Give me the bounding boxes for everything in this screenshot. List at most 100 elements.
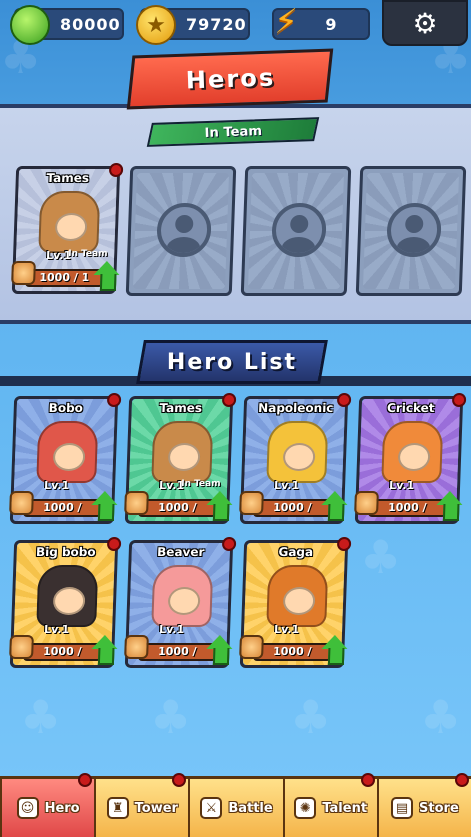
nav-tab-talent[interactable]: ✺ Talent bbox=[282, 773, 377, 837]
hero-portrait bbox=[38, 191, 101, 253]
hero-card-napoleonic[interactable]: Napoleonic Lv.1 1000 / bbox=[239, 393, 352, 524]
hero-level: Lv.1 bbox=[43, 623, 70, 636]
energy-counter[interactable]: ⚡ 9 bbox=[272, 2, 370, 42]
upgrade-arrow-icon[interactable] bbox=[91, 491, 118, 521]
fragment-count: 1000 / bbox=[157, 645, 197, 658]
notification-dot bbox=[455, 773, 470, 787]
hero-name: Bobo bbox=[48, 401, 84, 415]
upgrade-arrow-icon[interactable] bbox=[91, 635, 118, 665]
nav-tab-battle[interactable]: ⚔ Battle bbox=[188, 776, 283, 837]
hero-name: Cricket bbox=[386, 401, 435, 415]
tree-watermark-icon: ♣ bbox=[290, 690, 332, 744]
hero-fragment-icon bbox=[354, 491, 379, 515]
upgrade-arrow-icon[interactable] bbox=[321, 635, 348, 665]
hero-fragment-icon bbox=[9, 635, 34, 659]
hero-card-cricket[interactable]: Cricket Lv.1 1000 / bbox=[354, 393, 467, 524]
notification-dot bbox=[360, 773, 375, 787]
hero-portrait bbox=[36, 565, 99, 627]
in-team-label: In Team bbox=[204, 123, 262, 141]
in-team-status: In Team bbox=[180, 479, 221, 489]
nav-tab-store[interactable]: ▤ Store bbox=[376, 773, 471, 837]
tree-watermark-icon: ♣ bbox=[360, 530, 402, 584]
fragment-count: 1000 / bbox=[272, 501, 312, 514]
fragment-progress-bar: 1000 / bbox=[138, 643, 217, 661]
team-slot-4-empty[interactable] bbox=[355, 166, 467, 296]
hero-list-title: Hero List bbox=[166, 349, 298, 375]
hero-name: Tames bbox=[46, 171, 90, 185]
upgrade-arrow-icon[interactable] bbox=[206, 491, 233, 521]
fragment-count: 1000 / bbox=[387, 501, 427, 514]
coin-counter[interactable]: ★ 79720 bbox=[136, 5, 250, 45]
hero-fragment-icon bbox=[124, 635, 149, 659]
fragment-progress-bar: 1000 / bbox=[23, 643, 102, 661]
upgrade-arrow-icon[interactable] bbox=[321, 491, 348, 521]
upgrade-arrow-icon[interactable] bbox=[436, 491, 463, 521]
gear-icon: ⚙ bbox=[412, 6, 438, 40]
hero-card-beaver[interactable]: Beaver Lv.1 1000 / bbox=[124, 537, 237, 668]
in-team-status: In Team bbox=[67, 249, 108, 259]
hero-card-bobo[interactable]: Bobo Lv.1 1000 / bbox=[9, 393, 122, 524]
tree-watermark-icon: ♣ bbox=[420, 690, 462, 744]
tree-watermark-icon: ♣ bbox=[20, 690, 62, 744]
hero-portrait bbox=[266, 421, 329, 483]
hero-name: Tames bbox=[159, 401, 203, 415]
upgrade-arrow-icon[interactable] bbox=[206, 635, 233, 665]
gem-counter[interactable]: 80000 bbox=[10, 5, 124, 45]
hero-level: Lv.1 bbox=[273, 479, 300, 492]
nav-label: Battle bbox=[228, 800, 273, 816]
bottom-nav: ☺ Hero ♜ Tower ⚔ Battle ✺ Talent ▤ Store bbox=[0, 773, 471, 837]
nav-label: Tower bbox=[134, 800, 178, 816]
upgrade-arrow-icon[interactable] bbox=[93, 261, 120, 291]
hero-fragment-icon bbox=[11, 261, 36, 285]
hero-screen: ♣ ♣ ♣ ♣ ♣ ♣ ♣ 80000 ★ 79720 ⚡ 9 ⚙ Heros … bbox=[0, 0, 471, 837]
hero-name: Beaver bbox=[156, 545, 205, 559]
fragment-progress-bar: 1000 / bbox=[253, 499, 332, 517]
fragment-count: 1000 / bbox=[272, 645, 312, 658]
coin-value: 79720 bbox=[186, 14, 247, 34]
fragment-progress-bar: 1000 / bbox=[23, 499, 102, 517]
page-title: Heros bbox=[184, 63, 276, 95]
hero-icon: ☺ bbox=[16, 797, 39, 819]
hero-portrait bbox=[266, 565, 329, 627]
fragment-progress-bar: 1000 / 1 bbox=[25, 269, 104, 287]
hero-level: Lv.1 bbox=[388, 479, 415, 492]
hero-portrait bbox=[151, 565, 214, 627]
tree-watermark-icon: ♣ bbox=[150, 690, 192, 744]
hero-level: Lv.1 bbox=[273, 623, 300, 636]
hero-card-tames[interactable]: Tames Lv.1 In Team 1000 / bbox=[124, 393, 237, 524]
fragment-count: 1000 / bbox=[42, 501, 82, 514]
talent-icon: ✺ bbox=[294, 797, 317, 819]
hero-fragment-icon bbox=[239, 491, 264, 515]
settings-button[interactable]: ⚙ bbox=[382, 0, 468, 46]
hero-list-banner: Hero List bbox=[136, 340, 328, 384]
notification-dot bbox=[221, 537, 237, 551]
team-slot-3-empty[interactable] bbox=[240, 166, 352, 296]
hero-fragment-icon bbox=[239, 635, 264, 659]
team-slot-2-empty[interactable] bbox=[125, 166, 237, 296]
fragment-count: 1000 / bbox=[157, 501, 197, 514]
notification-dot bbox=[78, 773, 93, 787]
hero-card-gaga[interactable]: Gaga Lv.1 1000 / bbox=[239, 537, 352, 668]
hero-name: Gaga bbox=[278, 545, 314, 559]
notification-dot bbox=[451, 393, 467, 407]
notification-dot bbox=[221, 393, 237, 407]
hero-fragment-icon bbox=[9, 491, 34, 515]
hero-name: Big bobo bbox=[35, 545, 96, 559]
star-coin-icon: ★ bbox=[136, 5, 176, 45]
team-slot-1[interactable]: Tames Lv.1 In Team 1000 / 1 bbox=[11, 163, 124, 294]
nav-label: Hero bbox=[44, 800, 80, 816]
heros-banner: Heros bbox=[126, 48, 334, 110]
hero-level: Lv.1 bbox=[43, 479, 70, 492]
hero-portrait bbox=[151, 421, 214, 483]
hero-fragment-icon bbox=[124, 491, 149, 515]
hero-portrait bbox=[36, 421, 99, 483]
lightning-icon: ⚡ bbox=[274, 2, 298, 42]
nav-tab-tower[interactable]: ♜ Tower bbox=[94, 773, 189, 837]
hero-card-big-bobo[interactable]: Big bobo Lv.1 1000 / bbox=[9, 537, 122, 668]
fragment-count: 1000 / bbox=[42, 645, 82, 658]
notification-dot bbox=[336, 393, 352, 407]
notification-dot bbox=[106, 537, 122, 551]
nav-label: Store bbox=[419, 800, 459, 816]
nav-tab-hero[interactable]: ☺ Hero bbox=[0, 773, 95, 837]
gem-icon bbox=[10, 5, 50, 45]
